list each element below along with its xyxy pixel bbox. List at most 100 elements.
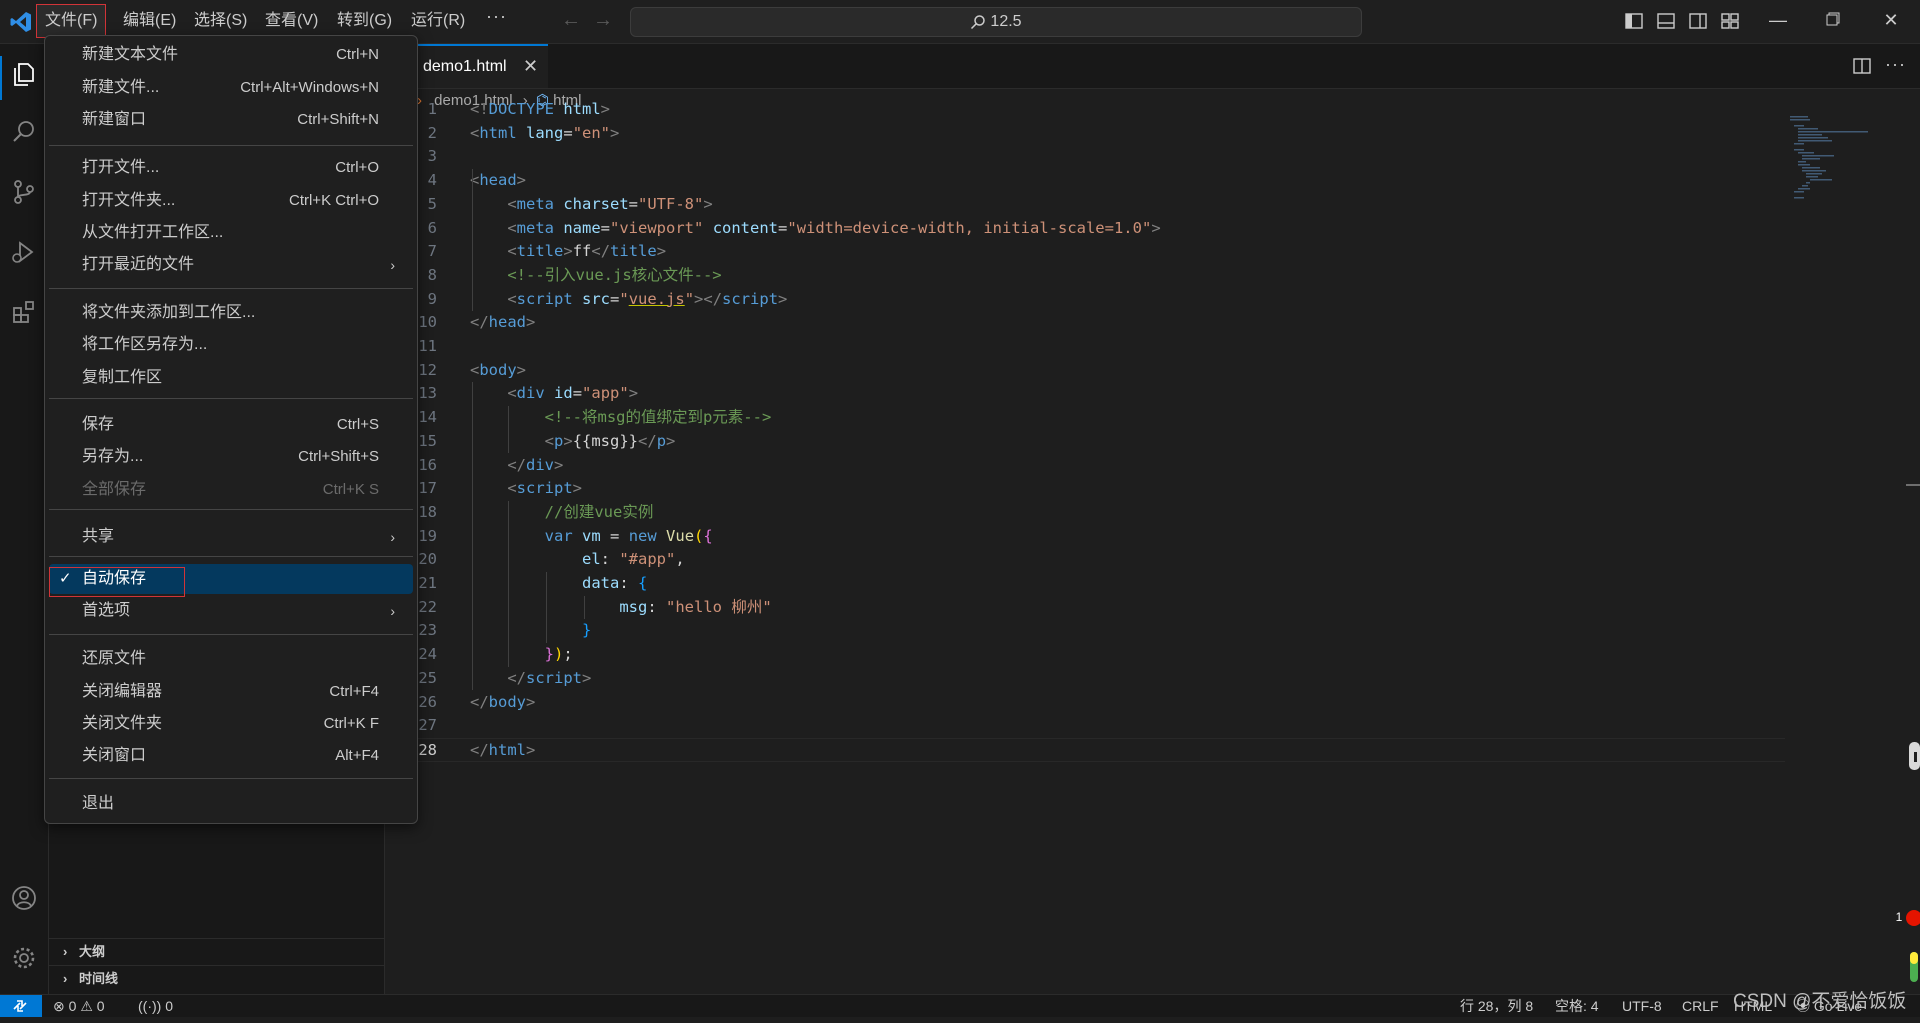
tab-label: demo1.html [423,58,507,75]
menu-item-2[interactable]: 新建窗口 Ctrl+Shift+N [49,105,413,135]
menu-item-9[interactable]: 复制工作区 [49,363,413,393]
code-line[interactable]: 24 }); [385,643,1785,667]
code-line[interactable]: 1 <!DOCTYPE html> [385,98,1785,122]
minimize-window-icon[interactable]: — [1767,9,1789,31]
code-line[interactable]: 5 <meta charset="UTF-8"> [385,193,1785,217]
menu-item-6[interactable]: 打开最近的文件 › [49,250,413,280]
menu-item-label: 从文件打开工作区... [82,224,224,241]
indentation-setting[interactable]: 空格: 4 [1555,995,1599,1017]
outline-section-header[interactable]: › 大纲 [49,938,384,965]
maximize-window-icon[interactable] [1822,9,1844,31]
extensions-icon[interactable] [10,298,38,326]
menu-view[interactable]: 查看(V) [257,4,326,38]
menu-item-16[interactable]: 还原文件 [49,644,413,674]
menu-item-4[interactable]: 打开文件夹... Ctrl+K Ctrl+O [49,186,413,216]
code-text: <body> [470,360,527,379]
menu-more-button[interactable]: ··· [486,6,507,27]
search-icon[interactable] [10,118,38,146]
menu-item-0[interactable]: 新建文本文件 Ctrl+N [49,40,413,70]
toggle-primary-sidebar-icon[interactable] [1624,11,1644,31]
code-line[interactable]: 19 var vm = new Vue({ [385,525,1785,549]
active-view-indicator [0,56,2,100]
minimap[interactable] [1785,112,1905,992]
code-line[interactable]: 6 <meta name="viewport" content="width=d… [385,217,1785,241]
split-editor-icon[interactable] [1852,56,1872,76]
code-line[interactable]: 12 <body> [385,359,1785,383]
editor-scrollbar[interactable] [1906,112,1920,992]
menu-item-20[interactable]: 退出 [49,789,413,819]
code-line[interactable]: 7 <title>ff</title> [385,240,1785,264]
code-line[interactable]: 14 <!--将msg的值绑定到p元素--> [385,406,1785,430]
code-line[interactable]: 13 <div id="app"> [385,382,1785,406]
code-line[interactable]: 8 <!--引入vue.js核心文件--> [385,264,1785,288]
code-line[interactable]: 2 <html lang="en"> [385,122,1785,146]
back-arrow-icon[interactable]: ← [561,9,581,32]
close-window-icon[interactable]: ✕ [1880,9,1902,31]
code-line[interactable]: 21 data: { [385,572,1785,596]
remote-indicator-icon[interactable] [0,995,42,1017]
run-and-debug-icon[interactable] [10,238,38,266]
timeline-section-header[interactable]: › 时间线 [49,965,384,992]
menu-file[interactable]: 文件(F) [36,4,107,38]
code-line[interactable]: 25 </script> [385,667,1785,691]
code-text: </body> [470,692,536,711]
toggle-panel-icon[interactable] [1656,11,1676,31]
code-line[interactable]: 15 <p>{{msg}}</p> [385,430,1785,454]
status-bar: ⊗ 0 ⚠ 0 ((·)) 0 行 28，列 8 空格: 4 UTF-8 CRL… [0,994,1920,1017]
code-line[interactable]: 16 </div> [385,454,1785,478]
problems-indicator[interactable]: ⊗ 0 ⚠ 0 [53,995,105,1017]
toggle-secondary-sidebar-icon[interactable] [1688,11,1708,31]
manage-gear-icon[interactable] [10,944,38,972]
menu-item-10[interactable]: 保存 Ctrl+S [49,410,413,440]
menu-item-label: 关闭窗口 [82,747,147,764]
menu-run[interactable]: 运行(R) [403,4,473,38]
menu-item-17[interactable]: 关闭编辑器 Ctrl+F4 [49,677,413,707]
code-line[interactable]: 26 </body> [385,691,1785,715]
code-line[interactable]: 3 [385,145,1785,169]
menu-item-13[interactable]: 共享 › [49,522,413,552]
menu-item-15[interactable]: 首选项 › [49,596,413,626]
menu-item-18[interactable]: 关闭文件夹 Ctrl+K F [49,709,413,739]
ports-indicator[interactable]: ((·)) 0 [138,995,173,1017]
code-line[interactable]: 23 } [385,619,1785,643]
menu-item-label: 打开文件夹... [82,192,176,209]
notification-count-badge[interactable]: 1 [1891,910,1907,924]
code-line[interactable]: 22 msg: "hello 柳州" [385,596,1785,620]
code-line[interactable]: 27 [385,714,1785,738]
code-line[interactable]: 20 el: "#app", [385,548,1785,572]
explorer-icon[interactable] [10,60,38,88]
code-text: <html lang="en"> [470,123,620,142]
code-line[interactable]: 28 </html> [385,737,1785,762]
code-line[interactable]: 11 [385,335,1785,359]
forward-arrow-icon[interactable]: → [593,9,613,32]
customize-layout-icon[interactable] [1720,11,1740,31]
cursor-position[interactable]: 行 28，列 8 [1460,995,1533,1017]
code-line[interactable]: 18 //创建vue实例 [385,501,1785,525]
code-line[interactable]: 4 <head> [385,169,1785,193]
menu-selection[interactable]: 选择(S) [186,4,255,38]
vscode-logo-icon[interactable] [8,10,34,34]
accounts-icon[interactable] [10,884,38,912]
code-line[interactable]: 17 <script> [385,477,1785,501]
menu-go[interactable]: 转到(G) [329,4,400,38]
source-control-icon[interactable] [10,178,38,206]
menu-item-5[interactable]: 从文件打开工作区... [49,218,413,248]
menu-item-shortcut: Ctrl+Shift+S [298,448,379,465]
menu-item-11[interactable]: 另存为... Ctrl+Shift+S [49,442,413,472]
menu-item-3[interactable]: 打开文件... Ctrl+O [49,153,413,183]
code-line[interactable]: 10 </head> [385,311,1785,335]
menu-edit[interactable]: 编辑(E) [115,4,184,38]
eol-setting[interactable]: CRLF [1682,995,1719,1017]
code-text: <script src="vue.js"></script> [507,289,788,308]
close-tab-icon[interactable]: ✕ [523,56,538,77]
encoding-setting[interactable]: UTF-8 [1622,995,1662,1017]
menu-item-19[interactable]: 关闭窗口 Alt+F4 [49,741,413,771]
code-line[interactable]: 9 <script src="vue.js"></script> [385,288,1785,312]
indent-guide [508,500,509,667]
code-editor[interactable]: 1 <!DOCTYPE html> 2 <html lang="en"> 3 4 <head… [385,100,1785,812]
menu-item-1[interactable]: 新建文件... Ctrl+Alt+Windows+N [49,73,413,103]
menu-item-7[interactable]: 将文件夹添加到工作区... [49,298,413,328]
command-center-search[interactable]: 12.5 [630,7,1362,37]
menu-item-8[interactable]: 将工作区另存为... [49,330,413,360]
more-actions-icon[interactable]: ··· [1885,54,1906,75]
